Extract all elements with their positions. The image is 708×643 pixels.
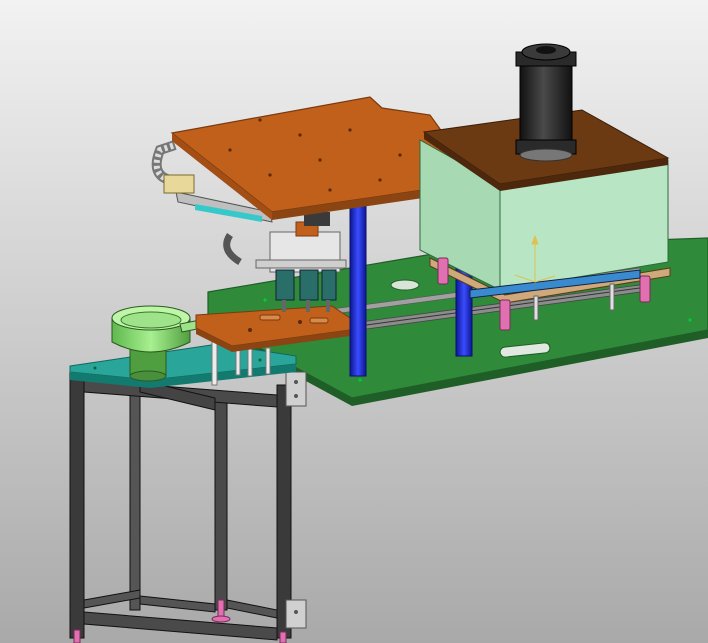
pneumatic-cylinder xyxy=(515,43,577,162)
baseplate-hole xyxy=(390,279,420,291)
cad-viewport[interactable] xyxy=(0,0,708,643)
assembly-model xyxy=(0,0,708,643)
